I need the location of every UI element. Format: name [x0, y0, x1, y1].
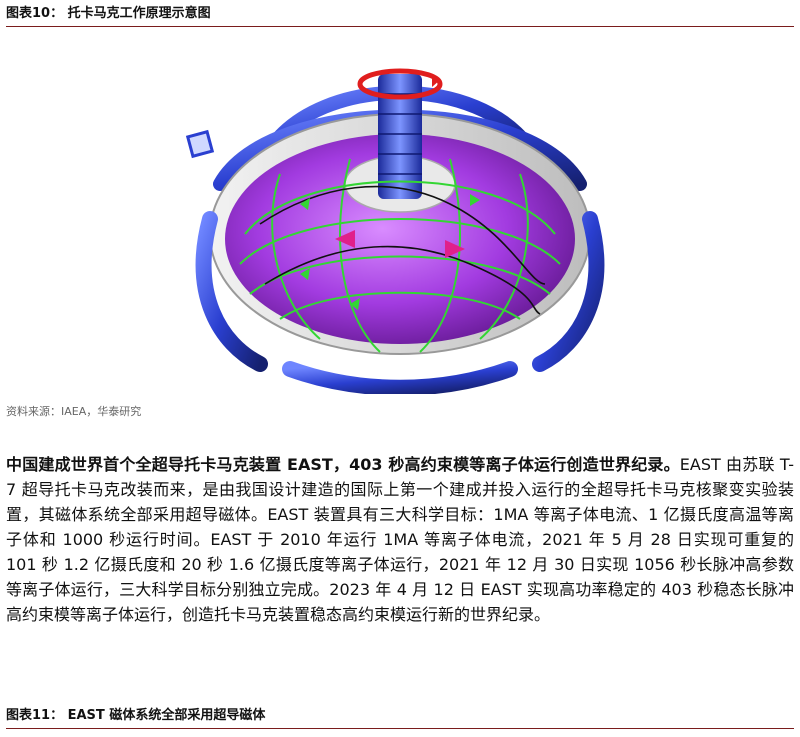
title-rule-2 [6, 728, 794, 729]
body-paragraph: 中国建成世界首个全超导托卡马克装置 EAST，403 秒高约束模等离子体运行创造… [6, 452, 794, 627]
figure-source: 资料来源：IAEA，华泰研究 [6, 405, 142, 418]
figure-10-title: 图表10： 托卡马克工作原理示意图 [6, 6, 211, 21]
figure-11-title: 图表11： EAST 磁体系统全部采用超导磁体 [6, 708, 266, 723]
paragraph-lead: 中国建成世界首个全超导托卡马克装置 EAST，403 秒高约束模等离子体运行创造… [6, 455, 680, 474]
tokamak-diagram [185, 68, 605, 394]
coil-joint [185, 129, 215, 159]
paragraph-body: EAST 由苏联 T-7 超导托卡马克改装而来，是由我国设计建造的国际上第一个建… [6, 455, 794, 624]
central-solenoid [378, 74, 422, 199]
title-rule [6, 26, 794, 27]
